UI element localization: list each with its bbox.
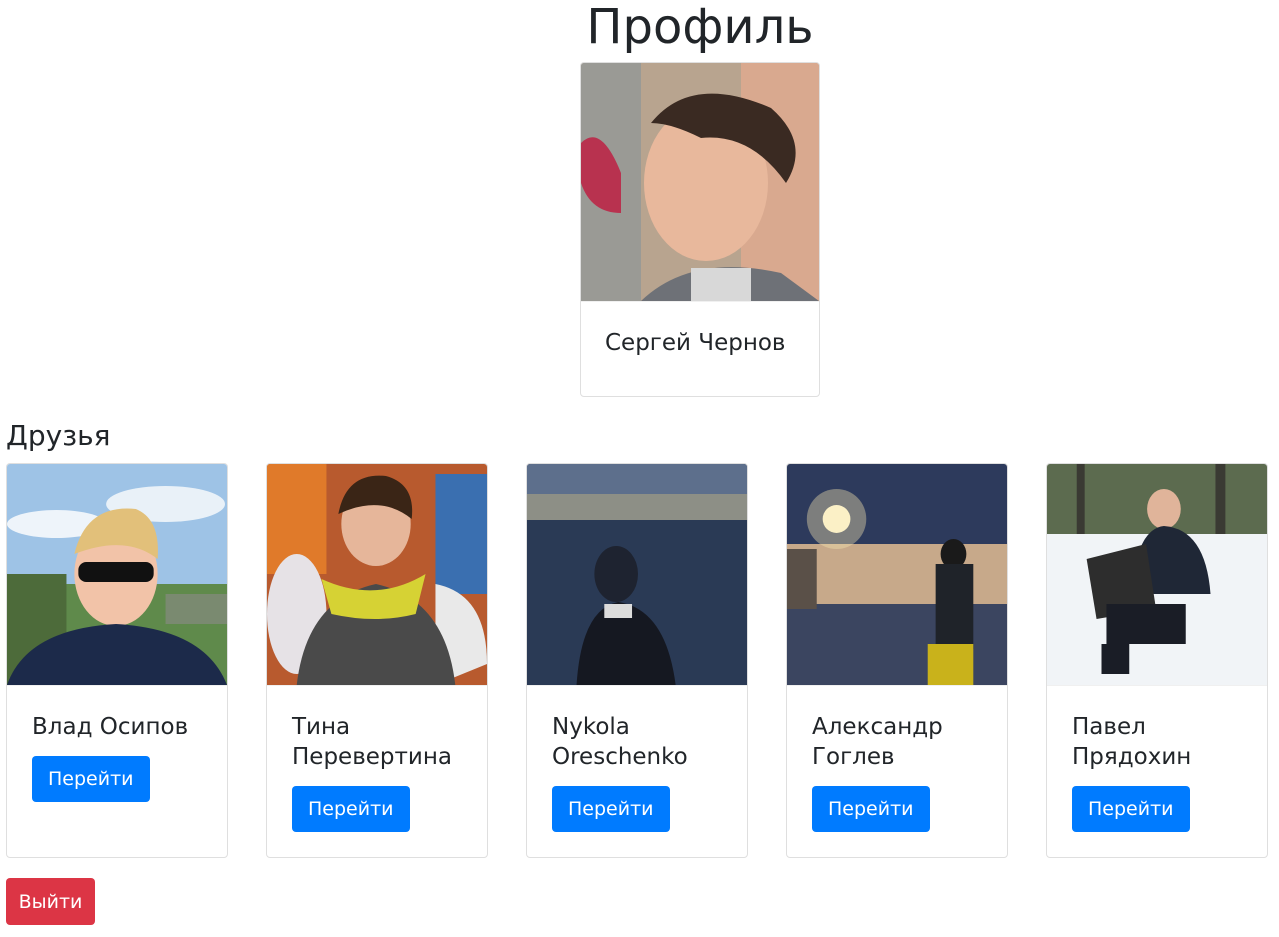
friend-card: Тина Перевертина Перейти — [266, 463, 488, 858]
friend-photo — [267, 464, 487, 686]
friend-name: Влад Осипов — [32, 714, 189, 740]
friend-photo — [787, 464, 1007, 686]
friend-name: Nykola Oreschenko — [552, 714, 688, 770]
friend-name: Тина Перевертина — [292, 714, 452, 770]
friend-name: Александр Гоглев — [812, 714, 943, 770]
page-title: Профиль — [586, 0, 814, 55]
friend-card: Nykola Oreschenko Перейти — [526, 463, 748, 858]
friends-heading: Друзья — [6, 419, 111, 452]
profile-card-body: Сергей Чернов — [581, 302, 819, 384]
friend-go-button[interactable]: Перейти — [552, 786, 670, 832]
friend-card-body: Nykola Oreschenko Перейти — [527, 686, 747, 852]
friend-name: Павел Прядохин — [1072, 714, 1192, 770]
friend-photo — [7, 464, 227, 686]
friend-card: Павел Прядохин Перейти — [1046, 463, 1268, 858]
friend-go-button[interactable]: Перейти — [292, 786, 410, 832]
friend-card-body: Влад Осипов Перейти — [7, 686, 227, 822]
friend-go-button[interactable]: Перейти — [1072, 786, 1190, 832]
friend-photo — [527, 464, 747, 686]
friend-card: Влад Осипов Перейти — [6, 463, 228, 858]
friend-go-button[interactable]: Перейти — [812, 786, 930, 832]
logout-button[interactable]: Выйти — [6, 878, 95, 925]
friend-go-button[interactable]: Перейти — [32, 756, 150, 802]
friend-card: Александр Гоглев Перейти — [786, 463, 1008, 858]
friend-card-body: Павел Прядохин Перейти — [1047, 686, 1267, 852]
friend-card-body: Тина Перевертина Перейти — [267, 686, 487, 852]
friend-photo — [1047, 464, 1267, 686]
friend-card-body: Александр Гоглев Перейти — [787, 686, 1007, 852]
profile-name: Сергей Чернов — [605, 330, 786, 356]
profile-card: Сергей Чернов — [580, 62, 820, 397]
profile-photo — [581, 63, 819, 302]
